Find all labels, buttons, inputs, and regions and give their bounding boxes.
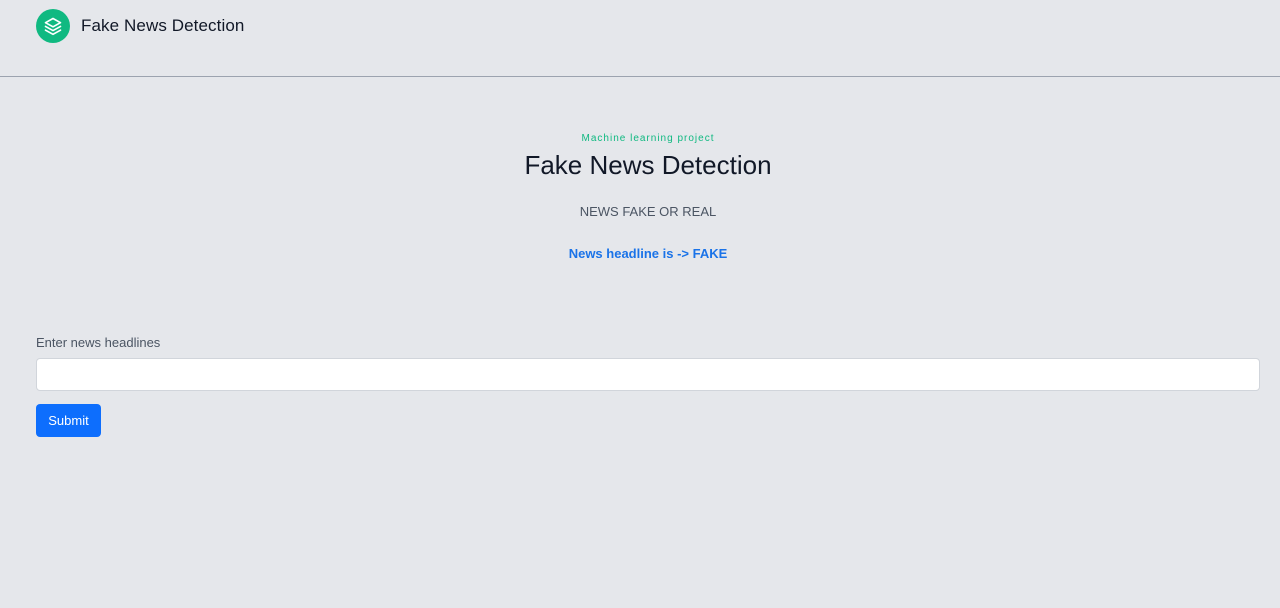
headline-label: Enter news headlines <box>36 335 161 350</box>
navbar: Fake News Detection <box>0 0 1280 77</box>
stacked-layers-icon <box>36 9 70 43</box>
prediction-result: News headline is -> FAKE <box>568 246 728 261</box>
page-title: Fake News Detection <box>524 150 772 180</box>
brand-title: Fake News Detection <box>81 16 245 35</box>
subtitle-text: NEWS FAKE OR REAL <box>579 204 717 219</box>
headline-input[interactable] <box>36 358 1260 391</box>
eyebrow-text: Machine learning project <box>581 133 715 144</box>
submit-button[interactable]: Submit <box>36 404 101 437</box>
brand-link[interactable]: Fake News Detection <box>36 9 244 43</box>
